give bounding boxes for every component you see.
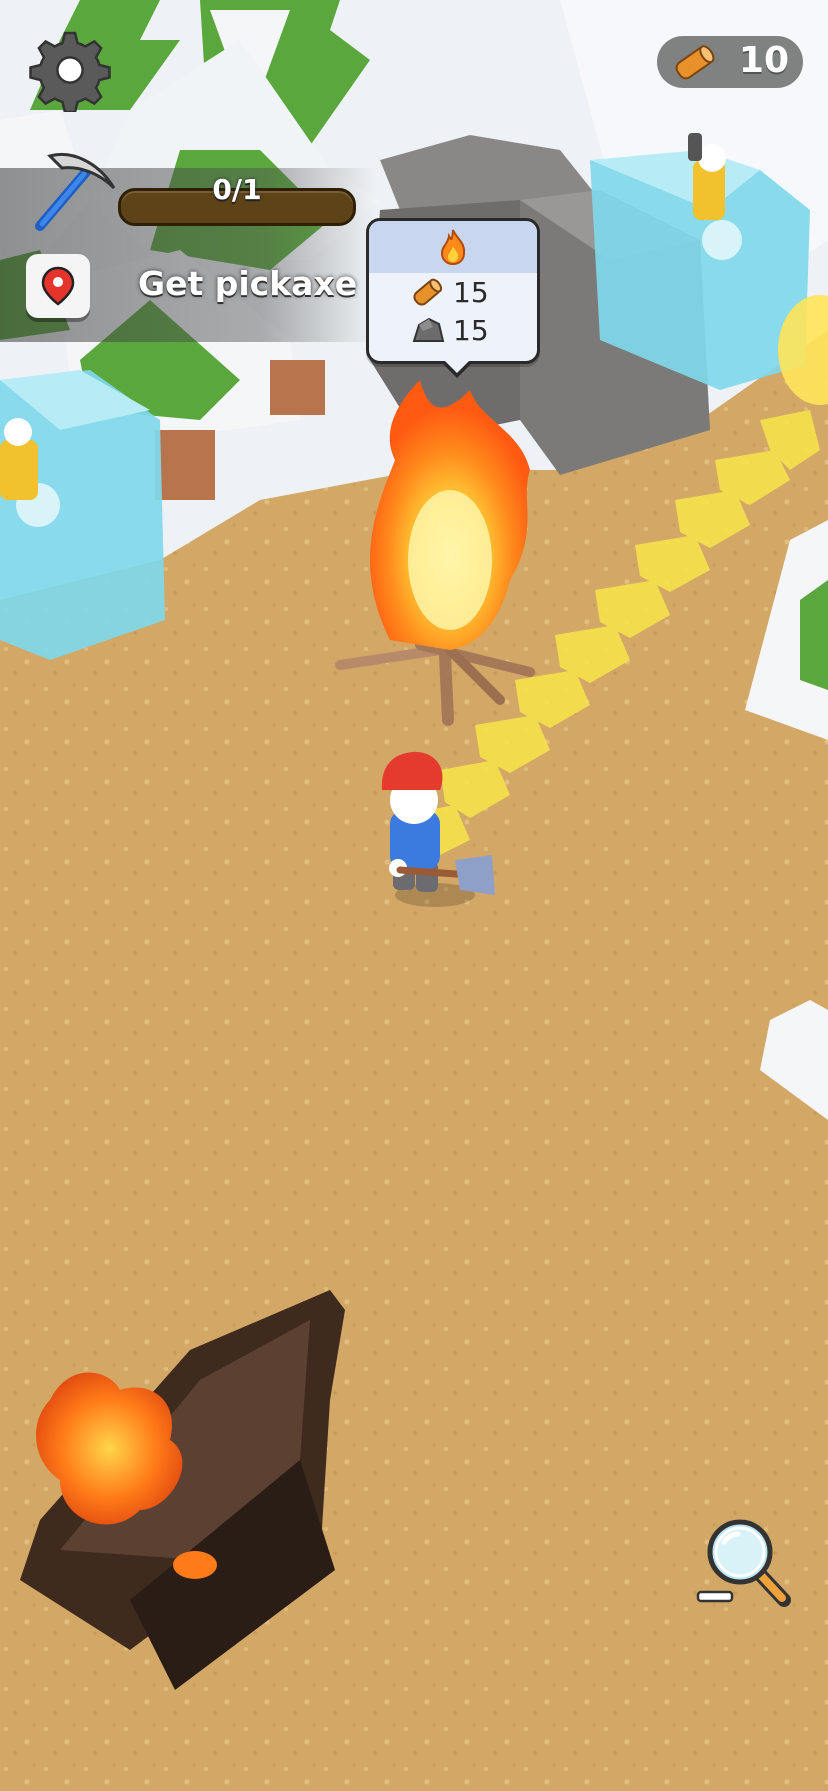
quest-progress-text: 0/1 [212, 173, 262, 206]
quest-location-button[interactable] [26, 254, 90, 318]
wood-cost-row: 15 [369, 273, 537, 311]
wood-cost-value: 15 [453, 275, 489, 309]
gear-icon [29, 31, 111, 114]
map-pin-icon [41, 266, 75, 306]
log-icon [675, 45, 715, 80]
quest-panel: 0/1 Get pickaxe [0, 153, 376, 342]
magnifier-minus-icon [696, 1519, 791, 1607]
campfire-upgrade-cost[interactable]: 15 15 [366, 218, 540, 378]
stone-cost-value: 15 [453, 313, 489, 347]
flame-icon [440, 229, 466, 266]
cost-card-header [369, 221, 537, 273]
wood-counter: 10 [657, 36, 803, 88]
pickaxe-icon [35, 153, 116, 231]
zoom-out-button[interactable] [694, 1512, 796, 1612]
log-icon [413, 278, 443, 306]
stone-icon [412, 317, 445, 342]
stone-cost-row: 15 [369, 311, 537, 349]
quest-label: Get pickaxe [138, 264, 358, 303]
settings-button[interactable] [28, 28, 112, 114]
wood-count: 10 [738, 40, 789, 81]
ice-block-left [0, 370, 165, 660]
